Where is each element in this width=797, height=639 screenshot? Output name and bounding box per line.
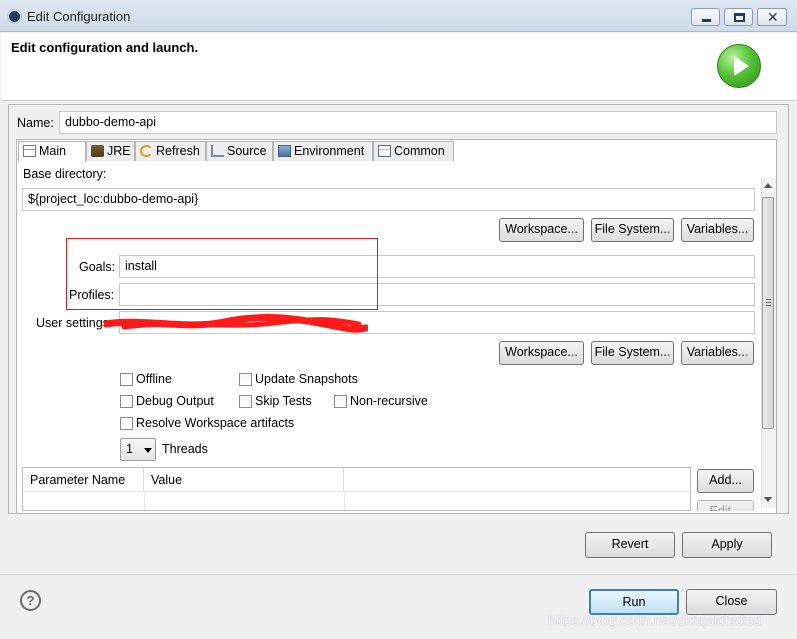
close-icon: ✕ [767,9,779,25]
resolve-workspace-checkbox[interactable] [120,417,133,430]
tab-main[interactable]: Main [18,141,86,162]
refresh-icon [140,145,153,157]
environment-icon [278,145,291,157]
tab-jre[interactable]: JRE [86,141,135,161]
tab-main-label: Main [39,144,67,158]
column-header-parameter-name[interactable]: Parameter Name [23,468,144,492]
debug-output-checkbox[interactable] [120,395,133,408]
offline-label: Offline [136,372,172,386]
maximize-button[interactable] [724,8,753,26]
settings-workspace-button[interactable]: Workspace... [499,341,584,365]
close-window-button[interactable]: ✕ [757,8,787,26]
settings-file-system-button[interactable]: File System... [591,341,674,365]
settings-variables-button[interactable]: Variables... [681,341,754,365]
column-header-filler [344,468,690,492]
non-recursive-label: Non-recursive [350,394,428,408]
debug-output-label: Debug Output [136,394,214,408]
run-icon [717,44,761,88]
tab-jre-label: JRE [107,144,131,158]
column-header-value[interactable]: Value [144,468,344,492]
tab-refresh-label: Refresh [156,144,200,158]
help-icon[interactable]: ? [20,590,41,611]
window-title: Edit Configuration [27,9,131,24]
footer-divider [0,574,797,575]
tab-source[interactable]: Source [206,141,273,161]
maximize-icon [734,13,745,22]
annotation-box [66,238,378,310]
scroll-up-icon[interactable] [764,183,772,188]
column-divider [344,493,345,510]
scroll-down-icon[interactable] [764,497,772,502]
tab-source-label: Source [227,144,267,158]
revert-button[interactable]: Revert [585,532,675,558]
apply-button[interactable]: Apply [682,532,772,558]
edit-parameter-button-clip: Edit... [697,500,754,511]
common-icon [378,145,391,157]
add-parameter-button[interactable]: Add... [697,469,754,493]
redaction-scribble [104,314,368,333]
offline-checkbox[interactable] [120,373,133,386]
minimize-button[interactable] [691,8,720,26]
grip-icon [766,299,771,300]
update-snapshots-checkbox[interactable] [239,373,252,386]
threads-label: Threads [162,442,208,456]
update-snapshots-label: Update Snapshots [255,372,358,386]
threads-value: 1 [126,442,133,456]
skip-tests-label: Skip Tests [255,394,312,408]
tab-environment-label: Environment [294,144,365,158]
source-icon [211,145,224,157]
threads-select[interactable]: 1 [120,438,156,461]
tab-environment[interactable]: Environment [273,141,373,161]
base-dir-file-system-button[interactable]: File System... [591,218,674,242]
tab-common-label: Common [394,144,445,158]
base-directory-input[interactable]: ${project_loc:dubbo-demo-api} [22,188,755,211]
base-dir-workspace-button[interactable]: Workspace... [499,218,584,242]
scrollbar-thumb[interactable] [762,197,774,429]
tab-common[interactable]: Common [373,141,454,161]
skip-tests-checkbox[interactable] [239,395,252,408]
resolve-workspace-label: Resolve Workspace artifacts [136,416,295,430]
column-divider [144,493,145,510]
name-label: Name: [17,116,54,130]
base-directory-label: Base directory: [23,167,107,181]
chevron-down-icon [144,448,152,453]
base-dir-variables-button[interactable]: Variables... [681,218,754,242]
watermark: https://blog.csdn.net/dkfajsldfsdlsd [548,612,762,628]
user-settings-label: User settings: [36,316,113,330]
main-tab-icon [23,145,36,157]
minimize-icon [702,19,711,22]
non-recursive-checkbox[interactable] [334,395,347,408]
eclipse-icon [7,9,22,24]
name-input[interactable]: dubbo-demo-api [59,111,777,134]
tab-refresh[interactable]: Refresh [135,141,206,161]
header-title: Edit configuration and launch. [11,40,199,55]
jre-icon [91,145,104,157]
edit-parameter-button[interactable]: Edit... [697,500,754,511]
